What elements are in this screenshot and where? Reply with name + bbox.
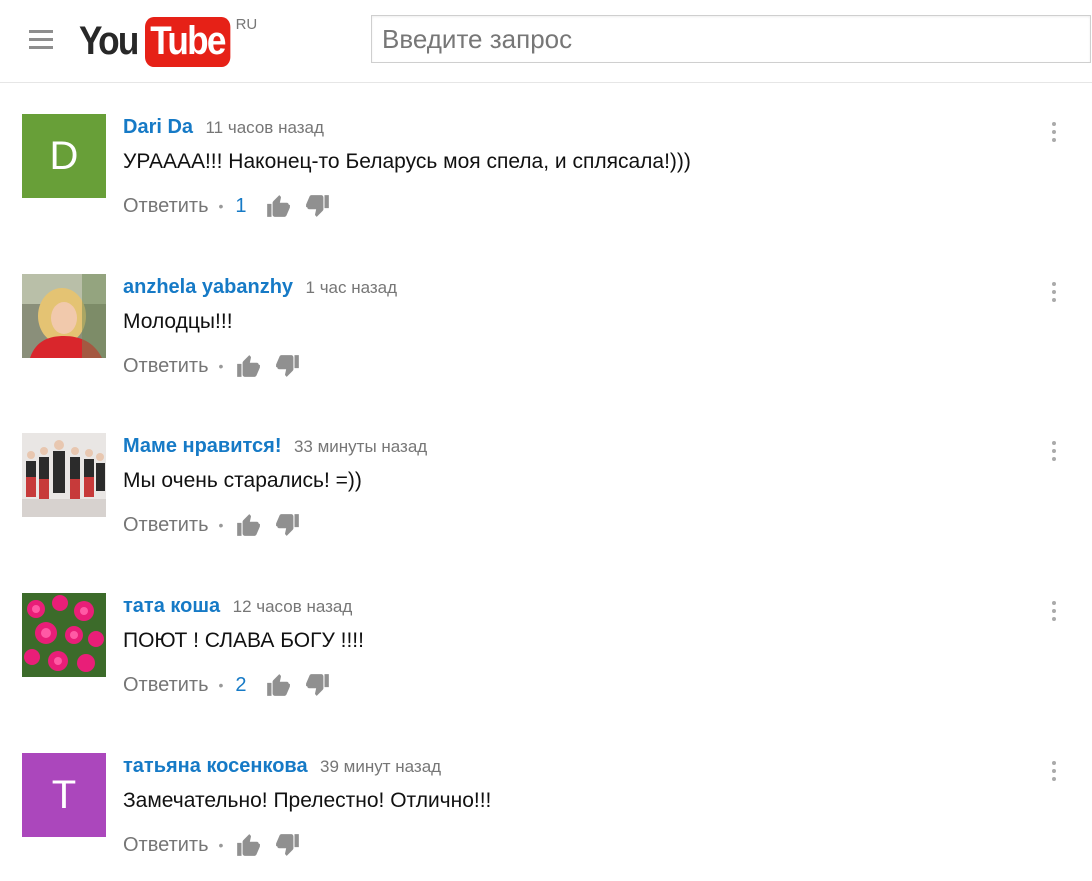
like-count: 1 [235, 194, 247, 217]
more-options-icon[interactable] [1051, 761, 1057, 785]
comment-timestamp[interactable]: 11 часов назад [205, 118, 323, 137]
comment-text: УРАААА!!! Наконец-то Беларусь моя спела,… [123, 150, 691, 173]
reply-button[interactable]: Ответить [123, 355, 209, 378]
comment-header: Маме нравится! 33 минуты назад [123, 435, 427, 458]
comment-text: ПОЮТ ! СЛАВА БОГУ !!!! [123, 629, 364, 652]
avatar[interactable] [22, 593, 106, 677]
logo-region-label: RU [235, 16, 258, 33]
avatar-letter: D [49, 133, 79, 178]
comment-item: T татьяна косенкова 39 минут назад Замеч… [0, 753, 1092, 873]
comment-actions: Ответить • [123, 830, 315, 860]
avatar[interactable]: D [22, 114, 106, 198]
reply-button[interactable]: Ответить [123, 834, 209, 857]
comment-text: Мы очень старались! =)) [123, 469, 362, 492]
comment-actions: Ответить • 2 [123, 670, 345, 700]
author-link[interactable]: татьяна косенкова [123, 755, 308, 777]
avatar[interactable] [22, 274, 106, 358]
thumb-down-icon[interactable] [275, 512, 301, 538]
separator-dot: • [218, 677, 224, 693]
avatar[interactable] [22, 433, 106, 517]
more-options-icon[interactable] [1051, 441, 1057, 465]
masthead: You Tube RU [0, 0, 1092, 83]
menu-icon[interactable] [29, 30, 53, 50]
more-options-icon[interactable] [1051, 122, 1057, 146]
search-input[interactable] [371, 15, 1091, 63]
comment-header: Dari Da 11 часов назад [123, 116, 324, 139]
comment-timestamp[interactable]: 1 час назад [306, 278, 398, 297]
comment-timestamp[interactable]: 12 часов назад [233, 597, 353, 616]
comment-timestamp[interactable]: 33 минуты назад [294, 437, 427, 456]
separator-dot: • [218, 837, 224, 853]
logo-tube-text: Tube [145, 17, 230, 67]
more-options-icon[interactable] [1051, 282, 1057, 306]
avatar[interactable]: T [22, 753, 106, 837]
thumb-down-icon[interactable] [275, 832, 301, 858]
comment-text: Замечательно! Прелестно! Отлично!!! [123, 789, 492, 812]
like-count: 2 [235, 673, 247, 696]
avatar-photo [22, 433, 106, 517]
thumb-up-icon[interactable] [265, 193, 291, 219]
separator-dot: • [218, 358, 224, 374]
comment-actions: Ответить • 1 [123, 191, 345, 221]
logo-you-text: You [79, 19, 139, 63]
thumb-up-icon[interactable] [235, 512, 261, 538]
thumb-down-icon[interactable] [305, 672, 331, 698]
avatar-photo [22, 274, 106, 358]
comment-item: anzhela yabanzhy 1 час назад Молодцы!!! … [0, 274, 1092, 394]
thumb-up-icon[interactable] [265, 672, 291, 698]
more-options-icon[interactable] [1051, 601, 1057, 625]
comment-item: D Dari Da 11 часов назад УРАААА!!! Након… [0, 114, 1092, 234]
comment-item: Маме нравится! 33 минуты назад Мы очень … [0, 433, 1092, 553]
author-link[interactable]: тата коша [123, 595, 220, 617]
author-link[interactable]: Маме нравится! [123, 435, 282, 457]
author-link[interactable]: anzhela yabanzhy [123, 276, 293, 298]
comment-header: anzhela yabanzhy 1 час назад [123, 276, 397, 299]
thumb-down-icon[interactable] [305, 193, 331, 219]
reply-button[interactable]: Ответить [123, 514, 209, 537]
reply-button[interactable]: Ответить [123, 674, 209, 697]
avatar-letter: T [51, 772, 77, 817]
author-link[interactable]: Dari Da [123, 116, 193, 138]
thumb-up-icon[interactable] [235, 832, 261, 858]
separator-dot: • [218, 198, 224, 214]
comment-item: тата коша 12 часов назад ПОЮТ ! СЛАВА БО… [0, 593, 1092, 713]
reply-button[interactable]: Ответить [123, 195, 209, 218]
comment-actions: Ответить • [123, 351, 315, 381]
youtube-logo[interactable]: You Tube RU [79, 16, 257, 68]
avatar-photo [22, 593, 106, 677]
comment-header: тата коша 12 часов назад [123, 595, 352, 618]
comment-header: татьяна косенкова 39 минут назад [123, 755, 441, 778]
comment-actions: Ответить • [123, 510, 315, 540]
thumb-down-icon[interactable] [275, 353, 301, 379]
thumb-up-icon[interactable] [235, 353, 261, 379]
separator-dot: • [218, 517, 224, 533]
comment-timestamp[interactable]: 39 минут назад [320, 757, 441, 776]
comment-text: Молодцы!!! [123, 310, 233, 333]
